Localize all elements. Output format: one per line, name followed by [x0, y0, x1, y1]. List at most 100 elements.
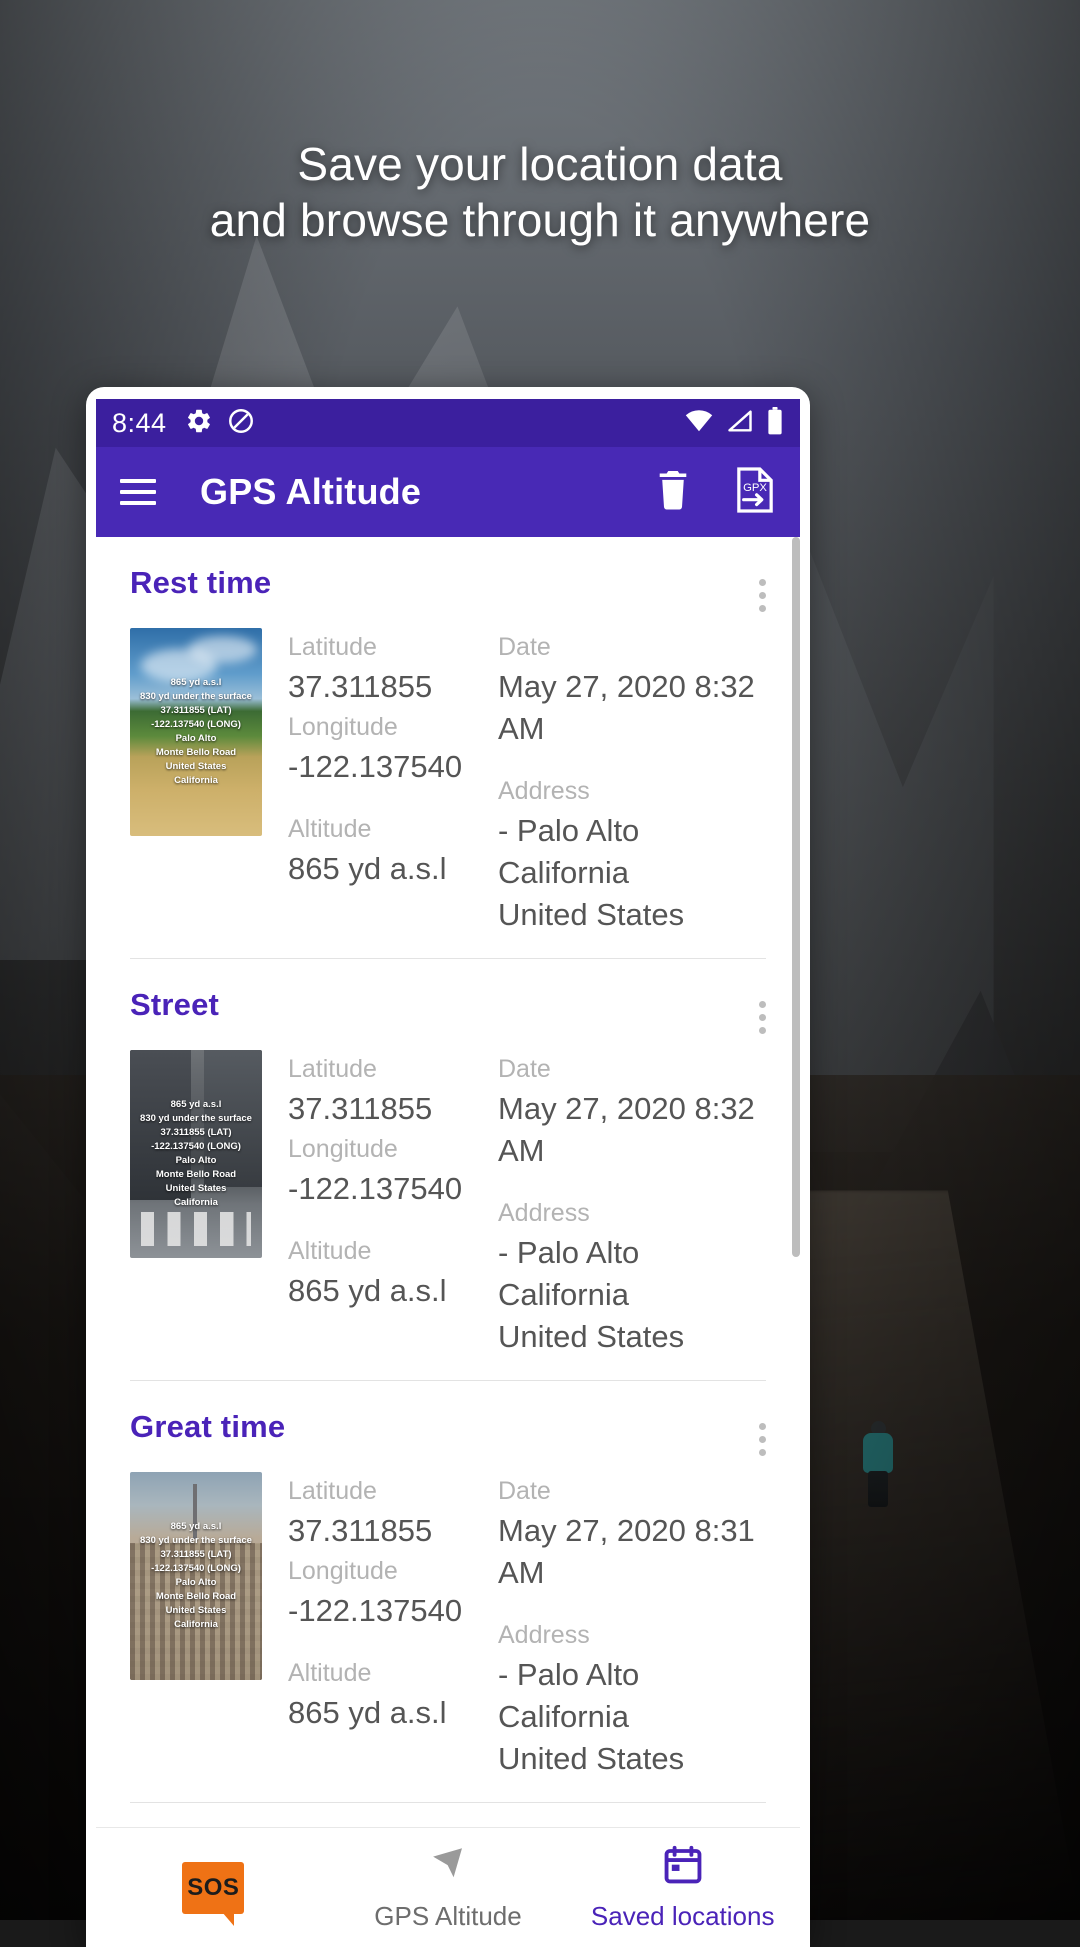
status-bar: 8:44 [96, 399, 800, 447]
sos-icon: SOS [182, 1861, 245, 1926]
phone-screen: 8:44 GPS Altitude GPX Rest time 865 yd a… [96, 399, 800, 1947]
address-label: Address [498, 1621, 590, 1649]
latitude-value: 37.311855 [288, 1513, 433, 1548]
longitude-value: -122.137540 [288, 749, 463, 784]
nav-label-saved-locations: Saved locations [590, 1900, 775, 1931]
status-bar-clock: 8:44 [112, 407, 167, 438]
location-fields: Latitude 37.311855 Longitude -122.137540… [262, 628, 766, 936]
overflow-menu-icon[interactable] [758, 579, 766, 612]
wifi-icon [684, 409, 714, 438]
battery-icon [766, 406, 784, 440]
trash-icon[interactable] [654, 469, 692, 516]
nav-item-saved-locations[interactable]: Saved locations [565, 1844, 800, 1932]
vertical-scrollbar[interactable] [792, 537, 800, 1257]
date-address-column: Date May 27, 2020 8:32 AM Address - Palo… [498, 628, 766, 936]
overflow-menu-icon[interactable] [758, 1423, 766, 1456]
location-thumbnail[interactable]: 865 yd a.s.l 830 yd under the surface 37.3… [130, 1472, 262, 1680]
signal-icon [726, 409, 754, 438]
thumb-overlay-line: Monte Bello Road [155, 1169, 237, 1180]
longitude-label: Longitude [288, 713, 398, 741]
nav-item-sos[interactable]: SOS [96, 1861, 331, 1926]
address-line-2: California [498, 855, 629, 890]
longitude-value: -122.137540 [288, 1593, 463, 1628]
location-card[interactable]: Rest time 865 yd a.s.l 830 yd under the s… [96, 537, 800, 958]
address-label: Address [498, 1199, 590, 1227]
longitude-label: Longitude [288, 1135, 398, 1163]
latitude-value: 37.311855 [288, 669, 433, 704]
altitude-label: Altitude [288, 1237, 372, 1265]
thumb-overlay-line: California [174, 1619, 218, 1630]
location-card[interactable]: Great time 865 yd a.s.l 830 yd under the … [96, 1381, 800, 1802]
date-value: May 27, 2020 8:32 AM [498, 1091, 755, 1168]
altitude-label: Altitude [288, 815, 372, 843]
coordinates-column: Latitude 37.311855 Longitude -122.137540… [288, 628, 498, 936]
thumb-overlay-line: 37.311855 (LAT) [160, 705, 232, 716]
thumb-overlay-line: -122.137540 (LONG) [151, 719, 241, 730]
thumb-overlay-line: Palo Alto [175, 733, 217, 744]
location-card-header: Great time [130, 1409, 766, 1456]
coordinates-column: Latitude 37.311855 Longitude -122.137540… [288, 1472, 498, 1780]
hamburger-menu-icon[interactable] [120, 479, 156, 505]
thumb-overlay-line: Palo Alto [175, 1155, 217, 1166]
date-value: May 27, 2020 8:31 AM [498, 1513, 755, 1590]
thumb-overlay-line: United States [165, 1605, 227, 1616]
altitude-value: 865 yd a.s.l [288, 1273, 447, 1308]
navigation-arrow-icon [427, 1844, 469, 1891]
location-thumbnail[interactable]: 865 yd a.s.l 830 yd under the surface 37.3… [130, 1050, 262, 1258]
address-line-3: United States [498, 1741, 685, 1776]
thumb-overlay-line: California [174, 775, 218, 786]
nav-item-gps-altitude[interactable]: GPS Altitude [331, 1844, 566, 1932]
nav-label-gps-altitude: GPS Altitude [374, 1900, 522, 1931]
thumb-overlay-line: 865 yd a.s.l [170, 1521, 222, 1532]
date-label: Date [498, 1055, 551, 1083]
address-line-3: United States [498, 897, 685, 932]
headline-line-1: Save your location data [297, 138, 783, 190]
longitude-value: -122.137540 [288, 1171, 463, 1206]
gpx-label: GPX [743, 481, 767, 493]
card-divider [130, 1802, 766, 1803]
thumb-overlay-line: Palo Alto [175, 1577, 217, 1588]
overflow-menu-icon[interactable] [758, 1001, 766, 1034]
calendar-icon [662, 1844, 704, 1891]
location-thumbnail[interactable]: 865 yd a.s.l 830 yd under the surface 37.3… [130, 628, 262, 836]
thumb-overlay-line: United States [165, 1183, 227, 1194]
date-value: May 27, 2020 8:32 AM [498, 669, 755, 746]
thumb-overlay-line: 830 yd under the surface [140, 1113, 252, 1124]
gear-icon [185, 407, 213, 440]
location-card[interactable]: Street 865 yd a.s.l 830 yd under the surf… [96, 959, 800, 1380]
thumb-overlay-line: California [174, 1197, 218, 1208]
address-line-1: - Palo Alto [498, 1235, 640, 1270]
location-card-header: Rest time [130, 565, 766, 612]
headline-line-2: and browse through it anywhere [209, 194, 871, 246]
thumb-overlay-line: Monte Bello Road [155, 1591, 237, 1602]
gpx-export-icon[interactable]: GPX [734, 466, 776, 518]
location-card-body: 865 yd a.s.l 830 yd under the surface 37.3… [130, 1050, 766, 1380]
date-label: Date [498, 1477, 551, 1505]
thumb-overlay-line: 37.311855 (LAT) [160, 1549, 232, 1560]
thumb-overlay-line: 865 yd a.s.l [170, 1099, 222, 1110]
altitude-label: Altitude [288, 1659, 372, 1687]
address-label: Address [498, 777, 590, 805]
thumb-overlay-line: -122.137540 (LONG) [151, 1563, 241, 1574]
latitude-value: 37.311855 [288, 1091, 433, 1126]
location-card-title: Great time [130, 1409, 286, 1444]
longitude-label: Longitude [288, 1557, 398, 1585]
thumb-overlay-line: 37.311855 (LAT) [160, 1127, 232, 1138]
altitude-value: 865 yd a.s.l [288, 1695, 447, 1730]
latitude-label: Latitude [288, 1477, 377, 1505]
bottom-navigation-bar: SOS GPS Altitude Saved locations [96, 1827, 800, 1947]
thumbnail-overlay-text: 865 yd a.s.l 830 yd under the surface 37.3… [130, 1050, 262, 1258]
location-fields: Latitude 37.311855 Longitude -122.137540… [262, 1050, 766, 1358]
thumb-overlay-line: 830 yd under the surface [140, 1535, 252, 1546]
latitude-label: Latitude [288, 633, 377, 661]
address-line-2: California [498, 1277, 629, 1312]
thumb-overlay-line: United States [165, 761, 227, 772]
date-address-column: Date May 27, 2020 8:32 AM Address - Palo… [498, 1050, 766, 1358]
coordinates-column: Latitude 37.311855 Longitude -122.137540… [288, 1050, 498, 1358]
app-bar: GPS Altitude GPX [96, 447, 800, 537]
address-line-1: - Palo Alto [498, 1657, 640, 1692]
hero-headline: Save your location data and browse throu… [0, 136, 1080, 248]
address-line-1: - Palo Alto [498, 813, 640, 848]
saved-locations-list[interactable]: Rest time 865 yd a.s.l 830 yd under the s… [96, 537, 800, 1827]
thumb-overlay-line: 865 yd a.s.l [170, 677, 222, 688]
